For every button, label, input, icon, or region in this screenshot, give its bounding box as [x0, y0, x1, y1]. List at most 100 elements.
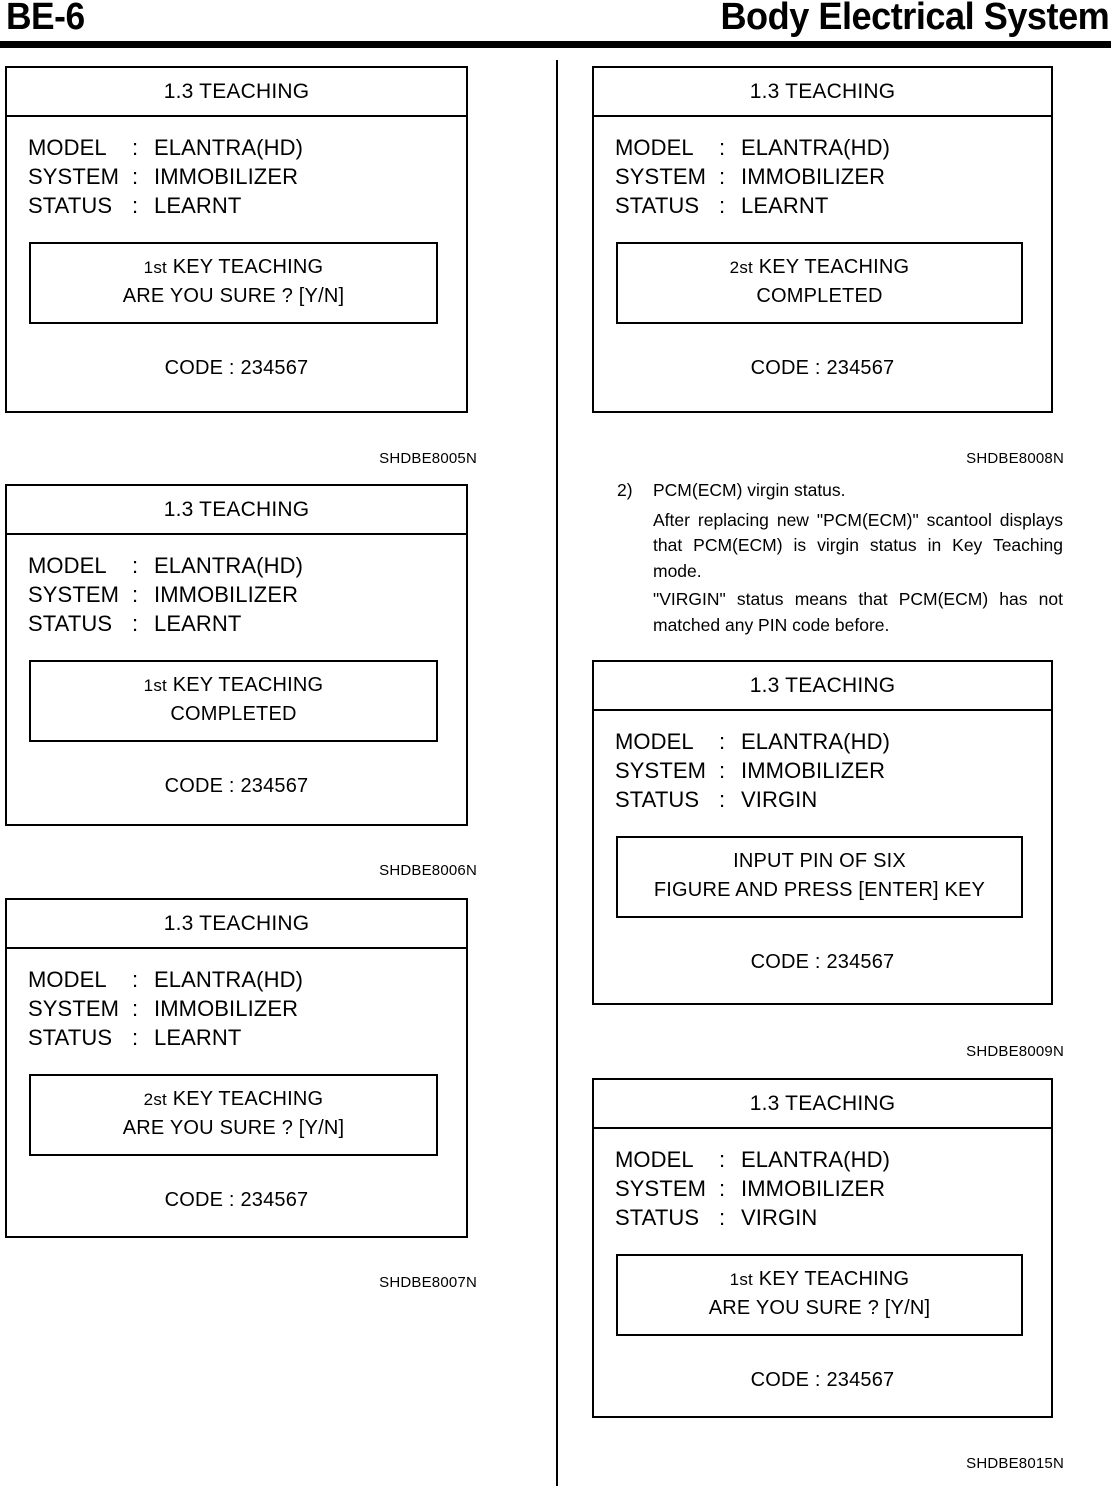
info-colon: : [719, 135, 726, 160]
info-label: SYSTEM [28, 164, 120, 190]
paragraph-1: After replacing new "PCM(ECM)" scantool … [653, 509, 1063, 582]
info-row-model: MODEL : ELANTRA(HD) [28, 133, 466, 162]
info-value: LEARNT [741, 193, 829, 219]
info-label: SYSTEM [615, 758, 707, 784]
screen-code-line: CODE : 234567 [164, 1189, 309, 1212]
page-title: Body Electrical System [720, 0, 1109, 38]
info-label: STATUS [28, 611, 113, 637]
screen-info-lines: MODEL : ELANTRA(HD) SYSTEM : IMMOBILIZER… [594, 1145, 1051, 1232]
info-row-status: STATUS : VIRGIN [615, 785, 1051, 814]
scantool-screen-panel: 1.3 TEACHING MODEL : ELANTRA(HD) SYSTEM … [592, 660, 1053, 1005]
info-colon: : [132, 996, 139, 1022]
message-line-1-text: KEY TEACHING [752, 256, 910, 279]
message-line-2: COMPLETED [756, 285, 883, 308]
message-line-1-text: KEY TEACHING [166, 256, 324, 279]
scantool-screen-panel: 1.3 TEACHING MODEL : ELANTRA(HD) SYSTEM … [592, 66, 1053, 413]
info-colon: : [132, 553, 139, 578]
screen-code-line: CODE : 234567 [750, 1369, 895, 1392]
screen-code-line: CODE : 234567 [164, 357, 309, 380]
screen-info-lines: MODEL : ELANTRA(HD) SYSTEM : IMMOBILIZER… [594, 727, 1051, 814]
info-colon: : [719, 729, 726, 754]
message-line-1: 2st KEY TEACHING [31, 1085, 436, 1114]
info-row-model: MODEL : ELANTRA(HD) [615, 133, 1051, 162]
screen-message-box: 1st KEY TEACHING ARE YOU SURE ? [Y/N] [29, 242, 438, 325]
info-row-system: SYSTEM : IMMOBILIZER [28, 162, 466, 191]
info-row-model: MODEL : ELANTRA(HD) [615, 1145, 1051, 1174]
info-value: IMMOBILIZER [154, 996, 299, 1022]
info-label: MODEL [615, 135, 694, 160]
info-value: IMMOBILIZER [741, 1176, 886, 1202]
info-label: SYSTEM [28, 996, 120, 1022]
info-label: STATUS [615, 1205, 700, 1231]
screen-title: 1.3 TEACHING [594, 68, 1051, 117]
info-value: IMMOBILIZER [741, 758, 886, 784]
info-row-model: MODEL : ELANTRA(HD) [615, 727, 1051, 756]
screen-body: MODEL : ELANTRA(HD) SYSTEM : IMMOBILIZER… [7, 535, 466, 798]
info-value: IMMOBILIZER [154, 582, 299, 608]
screen-body: MODEL : ELANTRA(HD) SYSTEM : IMMOBILIZER… [594, 711, 1051, 974]
info-label: MODEL [615, 729, 694, 754]
item-marker: 2) [617, 480, 633, 500]
message-line-2: FIGURE AND PRESS [ENTER] KEY [653, 879, 986, 902]
column-divider [556, 60, 558, 1486]
message-ordinal: 1st [729, 1270, 753, 1290]
screen-code-line: CODE : 234567 [164, 775, 309, 798]
screen-body: MODEL : ELANTRA(HD) SYSTEM : IMMOBILIZER… [7, 949, 466, 1212]
figure-caption: SHDBE8007N [379, 1274, 477, 1291]
info-value: LEARNT [154, 611, 242, 637]
message-line-1-text: KEY TEACHING [166, 674, 324, 697]
message-ordinal: 2st [729, 258, 753, 278]
info-row-system: SYSTEM : IMMOBILIZER [28, 994, 466, 1023]
message-line-1-text: KEY TEACHING [752, 1268, 910, 1291]
screen-info-lines: MODEL : ELANTRA(HD) SYSTEM : IMMOBILIZER… [7, 551, 466, 638]
info-value: IMMOBILIZER [741, 164, 886, 190]
info-label: STATUS [28, 193, 113, 219]
screen-info-lines: MODEL : ELANTRA(HD) SYSTEM : IMMOBILIZER… [7, 965, 466, 1052]
screen-body: MODEL : ELANTRA(HD) SYSTEM : IMMOBILIZER… [7, 117, 466, 380]
info-colon: : [719, 1176, 726, 1202]
message-line-1: 1st KEY TEACHING [31, 253, 436, 282]
screen-code-line: CODE : 234567 [750, 357, 895, 380]
info-value: ELANTRA(HD) [741, 1147, 890, 1172]
info-label: SYSTEM [28, 582, 120, 608]
message-line-1: 1st KEY TEACHING [31, 671, 436, 700]
message-line-2: ARE YOU SURE ? [Y/N] [122, 1117, 345, 1140]
info-label: MODEL [615, 1147, 694, 1172]
info-value: VIRGIN [741, 1205, 818, 1231]
info-row-status: STATUS : VIRGIN [615, 1203, 1051, 1232]
screen-message-box: 2st KEY TEACHING ARE YOU SURE ? [Y/N] [29, 1074, 438, 1157]
screen-title: 1.3 TEACHING [594, 1080, 1051, 1129]
screen-info-lines: MODEL : ELANTRA(HD) SYSTEM : IMMOBILIZER… [7, 133, 466, 220]
info-label: MODEL [28, 553, 107, 578]
info-label: MODEL [28, 135, 107, 160]
info-colon: : [132, 611, 139, 637]
screen-info-lines: MODEL : ELANTRA(HD) SYSTEM : IMMOBILIZER… [594, 133, 1051, 220]
info-colon: : [132, 967, 139, 992]
info-label: STATUS [28, 1025, 113, 1051]
info-label: STATUS [615, 787, 700, 813]
scantool-screen-panel: 1.3 TEACHING MODEL : ELANTRA(HD) SYSTEM … [5, 484, 468, 826]
message-ordinal: 1st [143, 676, 167, 696]
info-value: ELANTRA(HD) [741, 729, 890, 754]
message-line-1: 1st KEY TEACHING [618, 1265, 1021, 1294]
item-text: PCM(ECM) virgin status. [653, 480, 846, 500]
info-row-system: SYSTEM : IMMOBILIZER [615, 1174, 1051, 1203]
paragraph-2: "VIRGIN" status means that PCM(ECM) has … [653, 588, 1063, 635]
info-colon: : [719, 193, 726, 219]
info-colon: : [132, 1025, 139, 1051]
screen-title: 1.3 TEACHING [594, 662, 1051, 711]
screen-message-box: 2st KEY TEACHING COMPLETED [616, 242, 1023, 325]
info-row-system: SYSTEM : IMMOBILIZER [615, 756, 1051, 785]
info-label: SYSTEM [615, 1176, 707, 1202]
screen-title: 1.3 TEACHING [7, 486, 466, 535]
info-value: ELANTRA(HD) [154, 553, 303, 578]
message-ordinal: 2st [143, 1090, 167, 1110]
screen-body: MODEL : ELANTRA(HD) SYSTEM : IMMOBILIZER… [594, 117, 1051, 380]
message-line-2: ARE YOU SURE ? [Y/N] [122, 285, 345, 308]
info-row-model: MODEL : ELANTRA(HD) [28, 965, 466, 994]
message-line-1-text: KEY TEACHING [166, 1088, 324, 1111]
info-value: ELANTRA(HD) [154, 967, 303, 992]
screen-message-box: INPUT PIN OF SIX FIGURE AND PRESS [ENTER… [616, 836, 1023, 919]
info-colon: : [132, 582, 139, 608]
body-copy-block: 2) PCM(ECM) virgin status. After replaci… [617, 478, 1063, 638]
